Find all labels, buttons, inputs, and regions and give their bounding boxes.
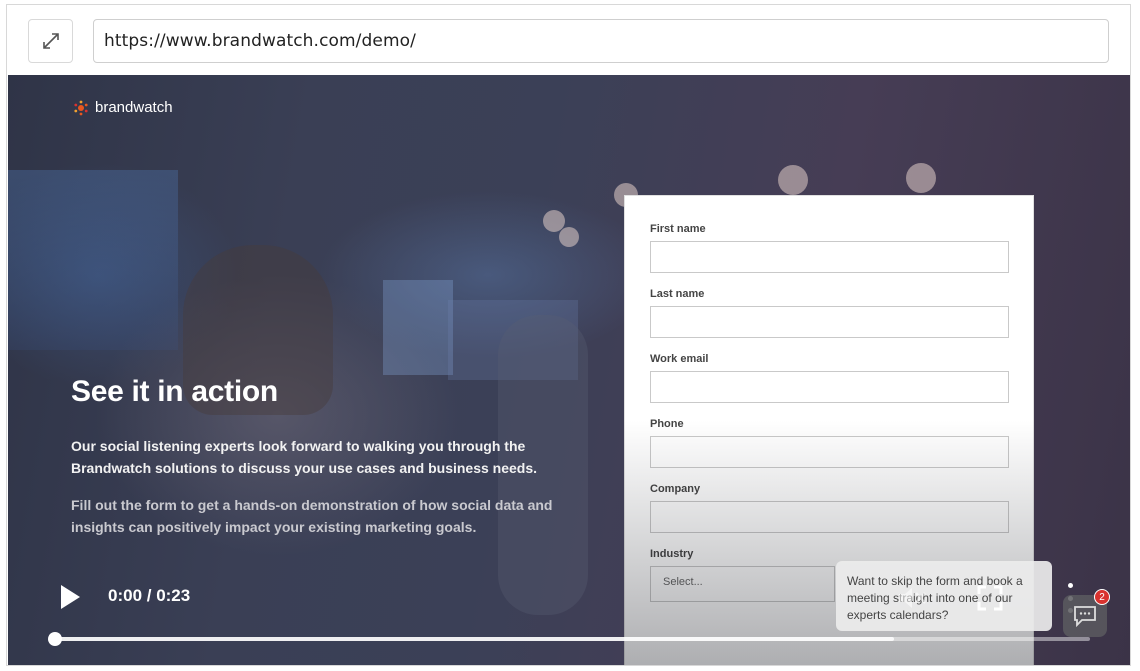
expand-arrows-icon [42, 33, 59, 49]
last-name-field[interactable] [650, 306, 1009, 338]
more-vertical-icon [1067, 583, 1073, 588]
company-field[interactable] [650, 501, 1009, 533]
mute-button[interactable] [894, 581, 928, 615]
chat-icon [1074, 606, 1096, 627]
first-name-label: First name [650, 223, 706, 235]
work-email-label: Work email [650, 353, 709, 365]
buffered-progress [56, 637, 894, 641]
expand-button[interactable] [28, 19, 73, 63]
browser-frame: https://www.brandwatch.com/demo/ brandwa… [6, 4, 1131, 666]
form-instructions: Fill out the form to get a hands-on demo… [71, 497, 553, 535]
fullscreen-button[interactable] [976, 584, 1004, 612]
page-title: See it in action [71, 375, 278, 408]
last-name-label: Last name [650, 288, 705, 300]
play-icon [61, 585, 80, 609]
ceiling-light [559, 227, 579, 247]
phone-field[interactable] [650, 436, 1009, 468]
fullscreen-icon [977, 585, 1003, 611]
ceiling-light [906, 163, 936, 193]
work-email-field[interactable] [650, 371, 1009, 403]
progress-scrubber[interactable] [48, 632, 62, 646]
address-bar-area: https://www.brandwatch.com/demo/ [7, 5, 1130, 75]
brandwatch-logo-icon [74, 100, 88, 115]
brand-name: brandwatch [95, 99, 173, 116]
company-label: Company [650, 483, 701, 495]
intro-paragraph: Our social listening experts look forwar… [71, 438, 538, 476]
background-screen [383, 280, 453, 375]
play-button[interactable] [58, 582, 82, 612]
chat-notification-badge: 2 [1094, 589, 1110, 605]
mute-icon [899, 588, 926, 608]
phone-label: Phone [650, 418, 684, 430]
brandwatch-logo[interactable]: brandwatch [73, 99, 173, 116]
time-display: 0:00 / 0:23 [108, 586, 191, 605]
player-controls: 0:00 / 0:23 2 [8, 555, 1130, 665]
first-name-field[interactable] [650, 241, 1009, 273]
background-screen [8, 170, 178, 350]
progress-bar[interactable] [56, 637, 1090, 641]
video-player[interactable]: brandwatch See it in action Our social l… [8, 75, 1130, 665]
ceiling-light [778, 165, 808, 195]
url-input[interactable]: https://www.brandwatch.com/demo/ [93, 19, 1109, 63]
